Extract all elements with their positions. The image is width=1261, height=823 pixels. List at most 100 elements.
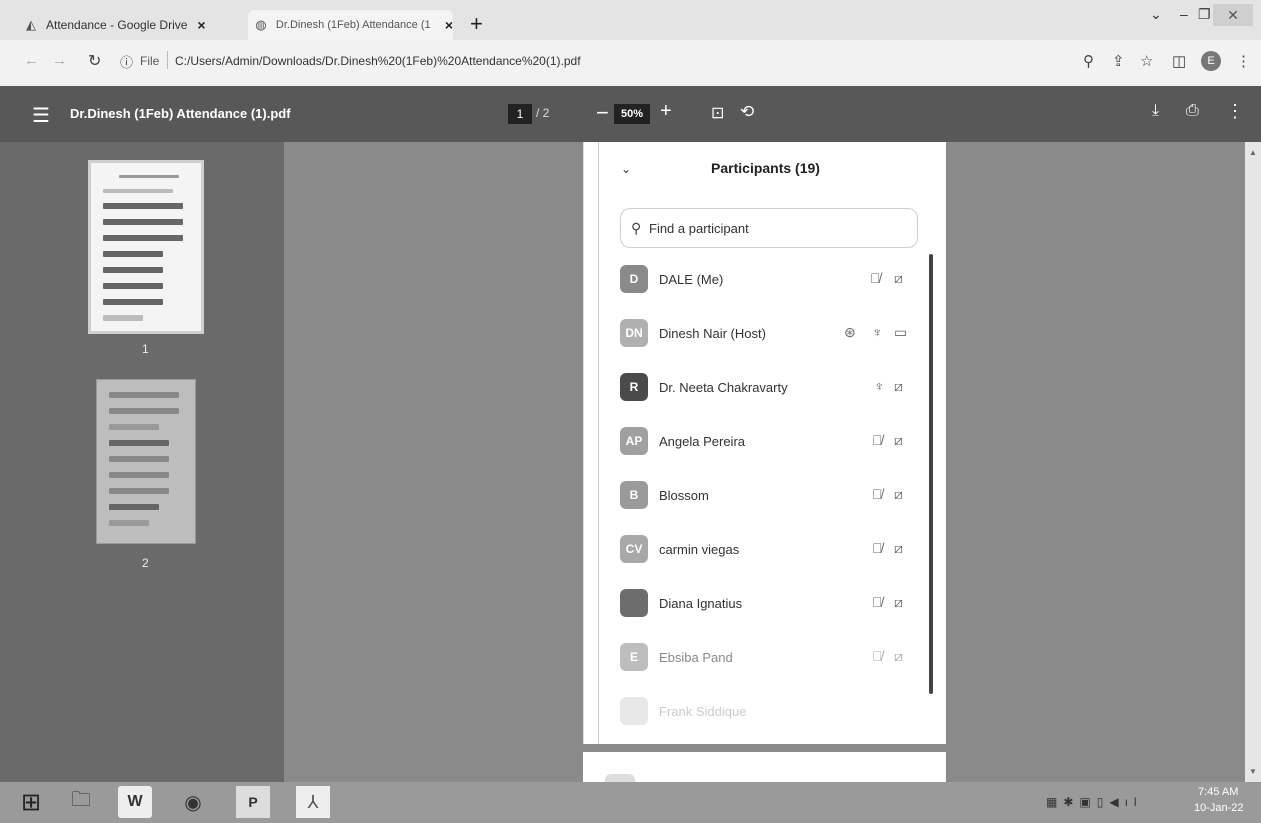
- page-number-input[interactable]: 1: [508, 104, 532, 124]
- scroll-down-icon[interactable]: ▼: [1249, 767, 1257, 776]
- participants-title: Participants (19): [711, 160, 820, 176]
- url-scheme-label: File: [140, 54, 160, 68]
- participant-name: Dinesh Nair (Host): [659, 326, 766, 341]
- pdf-page: ⌄ Participants (19) ⚲ Find a participant…: [583, 142, 946, 744]
- windows-start-icon[interactable]: ⊞: [14, 786, 48, 818]
- host-icon: ⊛: [844, 324, 856, 340]
- word-icon[interactable]: W: [118, 786, 152, 818]
- tab-title: Attendance - Google Drive: [46, 18, 188, 32]
- info-icon[interactable]: ⓘ: [120, 52, 133, 71]
- tab-title: Dr.Dinesh (1Feb) Attendance (1: [275, 19, 431, 31]
- forward-icon[interactable]: →: [52, 52, 67, 69]
- zoom-in-button[interactable]: +: [660, 100, 672, 123]
- download-icon[interactable]: ⤓: [1152, 102, 1159, 120]
- tab-close-button[interactable]: ×: [445, 17, 453, 33]
- zoom-icon[interactable]: ⚲: [1083, 52, 1094, 70]
- taskbar: ⊞ 🗀 W ◉ P ⅄ ▦✱▣▯◀ıl 7:45 AM 10-Jan-22: [0, 782, 1261, 823]
- participant-row: CV carmin viegas 🎙̸ ⧄: [620, 531, 920, 571]
- participant-row: Diana Ignatius 🎙̸ ⧄: [620, 585, 920, 625]
- scroll-up-icon[interactable]: ▲: [1249, 148, 1257, 157]
- file-explorer-icon[interactable]: 🗀: [64, 786, 98, 818]
- page-divider: [598, 142, 599, 744]
- tab-close-button[interactable]: ×: [197, 17, 205, 33]
- thumbnail-sidebar: 1 2: [0, 142, 284, 782]
- participant-name: Angela Pereira: [659, 434, 745, 449]
- back-icon[interactable]: ←: [24, 52, 39, 69]
- page-total: / 2: [536, 106, 550, 120]
- close-window-button[interactable]: ✕: [1213, 4, 1253, 26]
- fit-page-icon[interactable]: ⊡: [711, 103, 724, 123]
- participant-row: DN Dinesh Nair (Host) ⊛ ♆ ▭: [620, 315, 920, 355]
- more-options-icon[interactable]: ⋮: [1226, 101, 1244, 122]
- mic-muted-icon: 🎙̸: [872, 540, 883, 556]
- avatar: B: [620, 481, 648, 509]
- avatar: [620, 697, 648, 725]
- google-drive-icon: ◭: [26, 17, 36, 32]
- reload-icon[interactable]: ↻: [88, 51, 101, 71]
- page-thumbnail-2[interactable]: [96, 379, 196, 544]
- globe-icon: ◍: [255, 17, 267, 32]
- print-icon[interactable]: ⎙: [1186, 102, 1199, 120]
- participant-name: DALE (Me): [659, 272, 724, 287]
- video-off-icon: ⧄: [894, 378, 903, 394]
- acrobat-icon[interactable]: ⅄: [296, 786, 330, 818]
- mic-icon: ♆: [872, 324, 883, 340]
- video-off-icon: ⧄: [894, 486, 903, 502]
- video-off-icon: ⧄: [894, 270, 903, 286]
- document-title: Dr.Dinesh (1Feb) Attendance (1).pdf: [70, 106, 291, 121]
- menu-icon[interactable]: ⋮: [1236, 52, 1251, 70]
- publisher-icon[interactable]: P: [236, 786, 270, 818]
- participant-row: B Blossom 🎙̸ ⧄: [620, 477, 920, 517]
- profile-avatar[interactable]: E: [1201, 51, 1221, 71]
- share-icon[interactable]: ⇪: [1112, 52, 1125, 70]
- tab-strip: ◭ Attendance - Google Drive × ◍ Dr.Dines…: [0, 0, 1261, 40]
- participant-row: D DALE (Me) 🎙̸ ⧄: [620, 261, 920, 301]
- rotate-icon[interactable]: ⟲: [740, 102, 754, 122]
- hamburger-icon[interactable]: ☰: [32, 103, 50, 128]
- video-icon: ▭: [894, 324, 908, 340]
- search-placeholder: Find a participant: [649, 221, 749, 236]
- video-off-icon: ⧄: [894, 648, 903, 664]
- url-input[interactable]: C:/Users/Admin/Downloads/Dr.Dinesh%20(1F…: [175, 54, 581, 68]
- page-thumbnail-1[interactable]: [88, 160, 204, 334]
- avatar: R: [620, 373, 648, 401]
- tab-search-icon[interactable]: ⌄: [1150, 6, 1162, 23]
- system-tray-icons[interactable]: ▦✱▣▯◀ıl: [1046, 795, 1143, 809]
- chrome-icon[interactable]: ◉: [176, 786, 210, 818]
- thumbnail-label: 2: [142, 556, 149, 570]
- participant-row: AP Angela Pereira 🎙̸ ⧄: [620, 423, 920, 463]
- thumbnail-label: 1: [142, 342, 149, 356]
- participant-name: Diana Ignatius: [659, 596, 743, 611]
- address-bar: ← → ↻ ⓘ File C:/Users/Admin/Downloads/Dr…: [0, 40, 1261, 86]
- pdf-toolbar: ☰ Dr.Dinesh (1Feb) Attendance (1).pdf 1 …: [0, 86, 1261, 142]
- tab-google-drive[interactable]: ◭ Attendance - Google Drive ×: [24, 10, 244, 40]
- mic-muted-icon: 🎙̸: [872, 594, 883, 610]
- participant-name: carmin viegas: [659, 542, 740, 557]
- participant-name: Frank Siddique: [659, 704, 747, 719]
- restore-icon[interactable]: ❐: [1198, 6, 1211, 23]
- avatar: CV: [620, 535, 648, 563]
- clock-date[interactable]: 10-Jan-22: [1194, 802, 1244, 814]
- video-off-icon: ⧄: [894, 594, 903, 610]
- clock-time[interactable]: 7:45 AM: [1198, 786, 1238, 798]
- zoom-level-input[interactable]: 50%: [614, 104, 650, 124]
- new-tab-button[interactable]: +: [470, 13, 483, 35]
- url-separator: [167, 51, 168, 69]
- avatar: D: [620, 265, 648, 293]
- tab-pdf[interactable]: ◍ Dr.Dinesh (1Feb) Attendance (1 ×: [248, 10, 453, 40]
- viewer-scrollbar[interactable]: ▲ ▼: [1245, 142, 1261, 782]
- minimize-icon[interactable]: –: [1180, 6, 1188, 22]
- video-off-icon: ⧄: [894, 432, 903, 448]
- participant-row: R Dr. Neeta Chakravarty ♆ ⧄: [620, 369, 920, 409]
- search-icon: ⚲: [631, 220, 642, 236]
- participant-name: Ebsiba Pand: [659, 650, 733, 665]
- mic-icon: ♆: [874, 378, 885, 394]
- participant-row: Frank Siddique: [620, 693, 920, 733]
- zoom-out-button[interactable]: −: [596, 100, 609, 126]
- participant-name: Blossom: [659, 488, 709, 503]
- mic-muted-icon: 🎙̸: [872, 432, 883, 448]
- participant-search-field: ⚲ Find a participant: [620, 208, 918, 248]
- participant-name: Dr. Neeta Chakravarty: [659, 380, 788, 395]
- bookmark-star-icon[interactable]: ☆: [1140, 52, 1153, 70]
- side-panel-icon[interactable]: ◫: [1172, 52, 1186, 70]
